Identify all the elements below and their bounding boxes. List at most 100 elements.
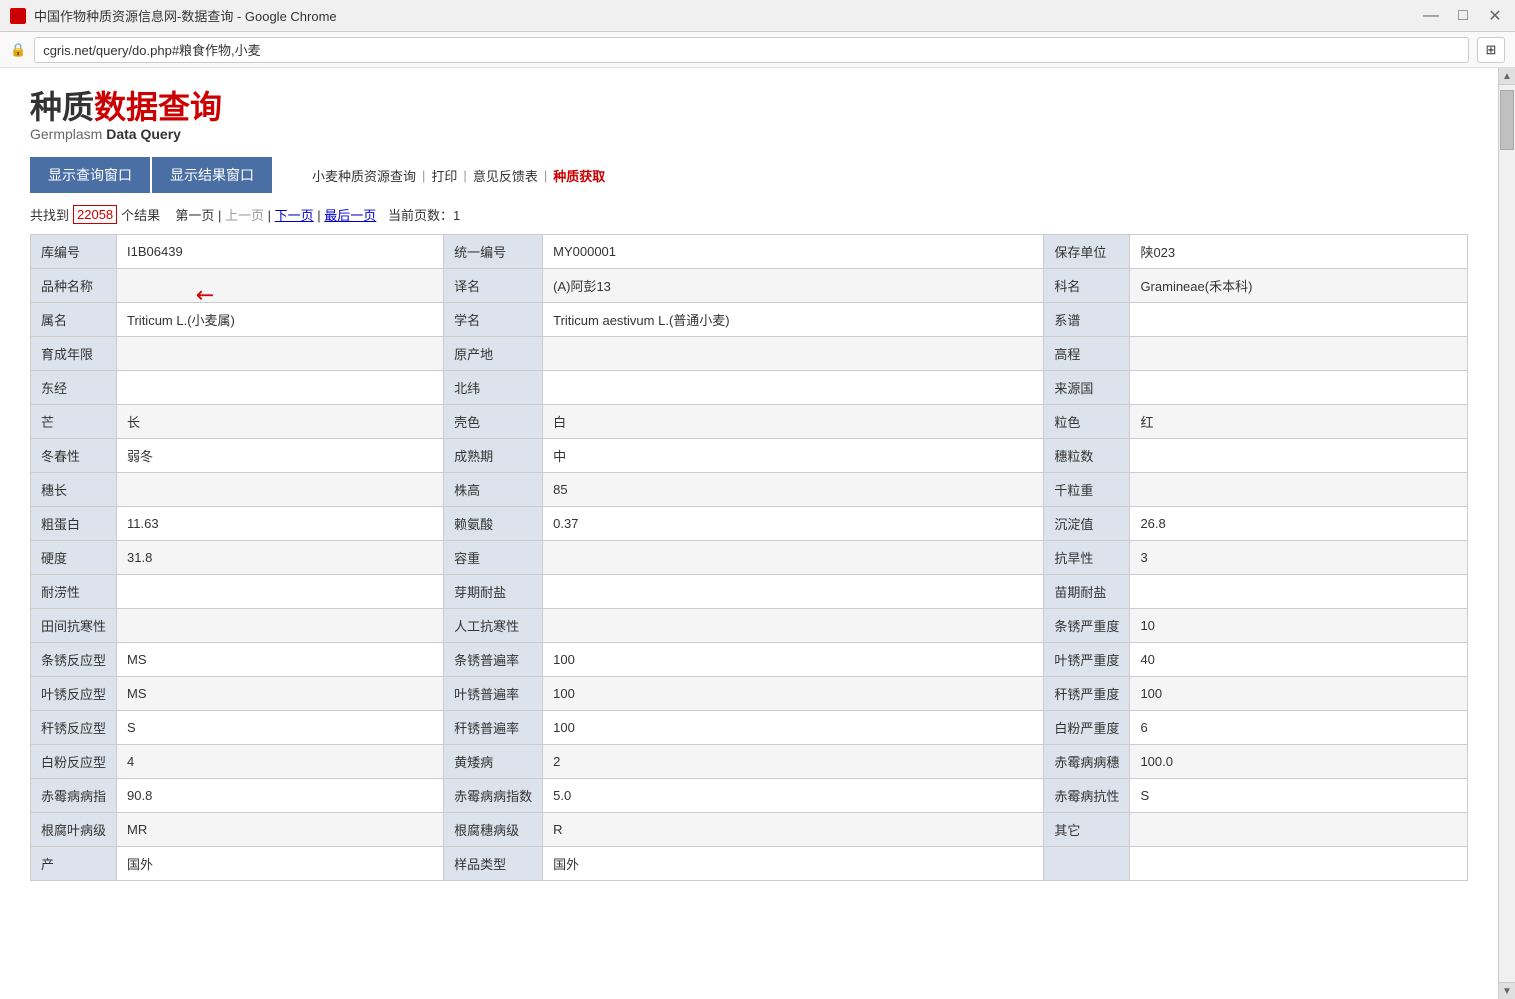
- label-cell: 沉淀值: [1044, 507, 1130, 541]
- value-cell: 国外: [117, 847, 444, 881]
- label-cell: 抗旱性: [1044, 541, 1130, 575]
- label-cell: 学名: [444, 303, 543, 337]
- next-page-link[interactable]: 下一页: [275, 208, 314, 223]
- label-cell: 样品类型: [444, 847, 543, 881]
- table-row: 硬度 31.8 容重 抗旱性 3: [31, 541, 1468, 575]
- value-cell: 6: [1130, 711, 1468, 745]
- label-cell: 芒: [31, 405, 117, 439]
- first-page-link[interactable]: 第一页: [175, 208, 214, 223]
- show-results-window-button[interactable]: 显示结果窗口: [152, 157, 272, 193]
- table-row: 田间抗寒性 人工抗寒性 条锈严重度 10: [31, 609, 1468, 643]
- label-cell: 粗蛋白: [31, 507, 117, 541]
- value-cell: 长: [117, 405, 444, 439]
- value-cell: [1130, 371, 1468, 405]
- value-cell: MS: [117, 677, 444, 711]
- value-cell: (A)阿彭13: [543, 269, 1044, 303]
- label-cell: 叶锈严重度: [1044, 643, 1130, 677]
- value-cell: I1B06439: [117, 235, 444, 269]
- value-cell: Triticum aestivum L.(普通小麦): [543, 303, 1044, 337]
- scroll-down-button[interactable]: ▼: [1499, 982, 1515, 999]
- label-cell: 属名: [31, 303, 117, 337]
- value-cell: MY000001: [543, 235, 1044, 269]
- addressbar: 🔒 cgris.net/query/do.php#粮食作物,小麦 ⊞: [0, 32, 1515, 68]
- label-cell: 来源国: [1044, 371, 1130, 405]
- query-link[interactable]: 小麦种质资源查询: [312, 166, 416, 185]
- logo-subtitle-bold: Data Query: [106, 126, 181, 142]
- last-page-link[interactable]: 最后一页: [324, 208, 376, 223]
- scrollbar-thumb[interactable]: [1500, 90, 1514, 150]
- table-row: 育成年限 原产地 高程: [31, 337, 1468, 371]
- label-cell: 秆锈普遍率: [444, 711, 543, 745]
- value-cell: [117, 609, 444, 643]
- show-query-window-button[interactable]: 显示查询窗口: [30, 157, 150, 193]
- value-cell: 40: [1130, 643, 1468, 677]
- value-cell: [543, 575, 1044, 609]
- label-cell: 人工抗寒性: [444, 609, 543, 643]
- window-title: 中国作物种质资源信息网-数据查询 - Google Chrome: [34, 6, 337, 25]
- value-cell: [543, 337, 1044, 371]
- maximize-button[interactable]: □: [1453, 6, 1473, 26]
- value-cell: [543, 371, 1044, 405]
- value-cell: [543, 609, 1044, 643]
- value-cell: Triticum L.(小麦属): [117, 303, 444, 337]
- label-cell: 条锈严重度: [1044, 609, 1130, 643]
- value-cell: 100: [543, 677, 1044, 711]
- label-cell: 穗粒数: [1044, 439, 1130, 473]
- table-row: 属名 Triticum L.(小麦属) 学名 Triticum aestivum…: [31, 303, 1468, 337]
- table-row: 耐涝性 芽期耐盐 苗期耐盐: [31, 575, 1468, 609]
- label-cell: 条锈普遍率: [444, 643, 543, 677]
- label-cell: 成熟期: [444, 439, 543, 473]
- table-row: 东经 北纬 来源国: [31, 371, 1468, 405]
- obtain-link[interactable]: 种质获取: [553, 166, 605, 185]
- value-cell: MS: [117, 643, 444, 677]
- value-cell: S: [1130, 779, 1468, 813]
- label-cell: 高程: [1044, 337, 1130, 371]
- value-cell: [117, 575, 444, 609]
- label-cell: 千粒重: [1044, 473, 1130, 507]
- sep3: |: [544, 168, 547, 183]
- value-cell: 白: [543, 405, 1044, 439]
- label-cell: 赤霉病病指数: [444, 779, 543, 813]
- toolbar: 显示查询窗口 显示结果窗口 小麦种质资源查询 | 打印 | 意见反馈表 | 种质…: [30, 157, 1468, 193]
- titlebar-left: 中国作物种质资源信息网-数据查询 - Google Chrome: [10, 6, 337, 25]
- label-cell: 叶锈反应型: [31, 677, 117, 711]
- label-cell: 统一编号: [444, 235, 543, 269]
- scroll-up-button[interactable]: ▲: [1499, 68, 1515, 85]
- value-cell: 26.8: [1130, 507, 1468, 541]
- label-cell: 产: [31, 847, 117, 881]
- url-input[interactable]: cgris.net/query/do.php#粮食作物,小麦: [34, 37, 1469, 63]
- label-cell: 秆锈严重度: [1044, 677, 1130, 711]
- value-cell: 0.37: [543, 507, 1044, 541]
- label-cell: 科名: [1044, 269, 1130, 303]
- logo-subtitle: Germplasm Data Query: [30, 126, 1468, 142]
- logo-subtitle-normal: Germplasm: [30, 126, 102, 142]
- label-cell: 赤霉病抗性: [1044, 779, 1130, 813]
- results-info: 共找到 22058 个结果 第一页 | 上一页 | 下一页 | 最后一页 当前页…: [30, 205, 1468, 224]
- scrollbar-track: [1499, 85, 1515, 982]
- value-cell: [1130, 847, 1468, 881]
- table-row: 品种名称 译名 (A)阿彭13 科名 Gramineae(禾本科): [31, 269, 1468, 303]
- label-cell: 条锈反应型: [31, 643, 117, 677]
- value-cell: 11.63: [117, 507, 444, 541]
- grid-icon[interactable]: ⊞: [1477, 37, 1505, 63]
- logo-area: 种质数据查询 Germplasm Data Query: [30, 88, 1468, 142]
- label-cell: 穗长: [31, 473, 117, 507]
- value-cell: [117, 371, 444, 405]
- label-cell: 赤霉病病指: [31, 779, 117, 813]
- lock-icon: 🔒: [10, 42, 26, 58]
- label-cell: 叶锈普遍率: [444, 677, 543, 711]
- label-cell: 粒色: [1044, 405, 1130, 439]
- label-cell: 株高: [444, 473, 543, 507]
- close-button[interactable]: ✕: [1485, 6, 1505, 26]
- feedback-link[interactable]: 意见反馈表: [473, 166, 538, 185]
- value-cell: [1130, 337, 1468, 371]
- sep1: |: [422, 168, 425, 183]
- value-cell: [117, 269, 444, 303]
- minimize-button[interactable]: —: [1421, 6, 1441, 26]
- table-row: 穗长 株高 85 千粒重: [31, 473, 1468, 507]
- app-icon: [10, 8, 26, 24]
- prev-page-link[interactable]: 上一页: [225, 208, 264, 223]
- print-link[interactable]: 打印: [431, 166, 457, 185]
- label-cell: 田间抗寒性: [31, 609, 117, 643]
- value-cell: 红: [1130, 405, 1468, 439]
